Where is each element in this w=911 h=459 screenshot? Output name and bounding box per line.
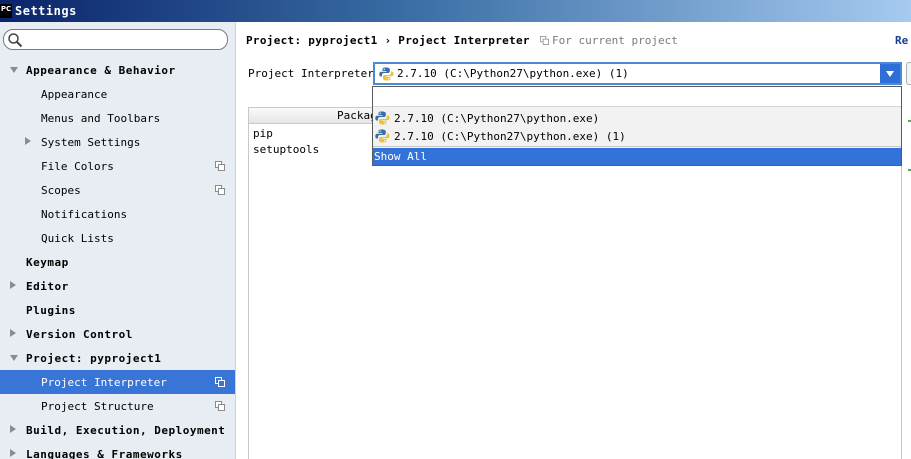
sidebar-item-scopes[interactable]: Scopes [0, 178, 235, 202]
settings-tree: Appearance & Behavior Appearance Menus a… [0, 58, 235, 459]
sidebar-item-label: Project Interpreter [41, 375, 167, 389]
dropdown-empty-row [373, 87, 901, 107]
interpreter-label: Project Interpreter: [248, 67, 381, 80]
sidebar-item-label: Scopes [41, 183, 81, 197]
sidebar-item-build-execution-deployment[interactable]: Build, Execution, Deployment [0, 418, 235, 442]
sidebar-item-file-colors[interactable]: File Colors [0, 154, 235, 178]
sidebar-item-project-structure[interactable]: Project Structure [0, 394, 235, 418]
collapse-arrow-icon[interactable] [10, 449, 16, 457]
project-scope-icon [215, 401, 225, 411]
settings-sidebar: Appearance & Behavior Appearance Menus a… [0, 22, 236, 459]
search-input[interactable] [24, 32, 222, 47]
collapse-arrow-icon[interactable] [10, 281, 16, 289]
sidebar-item-menus-toolbars[interactable]: Menus and Toolbars [0, 106, 235, 130]
table-row[interactable]: pip [253, 127, 273, 140]
dropdown-option-label: 2.7.10 (C:\Python27\python.exe) [394, 111, 600, 125]
python-icon [379, 67, 394, 81]
dropdown-button[interactable] [880, 64, 900, 83]
expand-arrow-icon[interactable] [10, 355, 18, 361]
sidebar-item-appearance-behavior[interactable]: Appearance & Behavior [0, 58, 235, 82]
sidebar-item-label: System Settings [41, 135, 141, 149]
sidebar-item-notifications[interactable]: Notifications [0, 202, 235, 226]
python-icon [375, 111, 390, 125]
sidebar-item-project[interactable]: Project: pyproject1 [0, 346, 235, 370]
dropdown-option[interactable]: 2.7.10 (C:\Python27\python.exe) (1) [373, 127, 901, 145]
table-row[interactable]: setuptools [253, 143, 319, 156]
search-icon [8, 33, 23, 48]
sidebar-item-plugins[interactable]: Plugins [0, 298, 235, 322]
sidebar-item-label: Version Control [26, 327, 133, 341]
sidebar-item-languages-frameworks[interactable]: Languages & Frameworks [0, 442, 235, 459]
sidebar-item-label: Appearance [41, 87, 108, 101]
sidebar-item-version-control[interactable]: Version Control [0, 322, 235, 346]
collapse-arrow-icon[interactable] [25, 137, 31, 145]
sidebar-item-label: Menus and Toolbars [41, 111, 161, 125]
sidebar-item-keymap[interactable]: Keymap [0, 250, 235, 274]
sidebar-item-label: Plugins [26, 303, 76, 317]
breadcrumb: Project: pyproject1 › Project Interprete… [246, 34, 530, 47]
sidebar-item-label: Appearance & Behavior [26, 63, 176, 77]
sidebar-item-system-settings[interactable]: System Settings [0, 130, 235, 154]
column-header-package[interactable]: Packag [337, 109, 377, 122]
sidebar-item-appearance[interactable]: Appearance [0, 82, 235, 106]
sidebar-item-label: File Colors [41, 159, 114, 173]
dropdown-option-label: 2.7.10 (C:\Python27\python.exe) (1) [394, 129, 626, 143]
interpreter-selected-value: 2.7.10 (C:\Python27\python.exe) (1) [397, 67, 629, 80]
window-title: Settings [15, 4, 77, 18]
sidebar-item-quick-lists[interactable]: Quick Lists [0, 226, 235, 250]
sidebar-item-label: Project: pyproject1 [26, 351, 162, 365]
sidebar-item-label: Languages & Frameworks [26, 447, 183, 459]
python-icon [375, 129, 390, 143]
search-box[interactable] [3, 29, 228, 50]
show-all-option[interactable]: Show All [373, 148, 901, 165]
dropdown-separator [373, 146, 901, 147]
sidebar-item-label: Project Structure [41, 399, 154, 413]
sidebar-item-project-interpreter[interactable]: Project Interpreter [0, 370, 235, 394]
chevron-down-icon [886, 70, 894, 77]
collapse-arrow-icon[interactable] [10, 425, 16, 433]
interpreter-settings-button[interactable] [906, 62, 911, 85]
sidebar-item-label: Notifications [41, 207, 128, 221]
sidebar-item-label: Quick Lists [41, 231, 114, 245]
project-scope-icon [540, 36, 549, 45]
project-scope-icon [215, 161, 225, 171]
sidebar-item-label: Build, Execution, Deployment [26, 423, 226, 437]
pycharm-logo-icon: PC [0, 4, 12, 18]
sidebar-item-label: Keymap [26, 255, 69, 269]
title-bar: PC Settings [0, 0, 911, 22]
dropdown-option[interactable]: 2.7.10 (C:\Python27\python.exe) [373, 109, 901, 127]
sidebar-item-editor[interactable]: Editor [0, 274, 235, 298]
sidebar-item-label: Editor [26, 279, 69, 293]
scope-note: For current project [552, 34, 678, 47]
collapse-arrow-icon[interactable] [10, 329, 16, 337]
reset-link[interactable]: Re [895, 34, 908, 47]
expand-arrow-icon[interactable] [10, 67, 18, 73]
interpreter-dropdown-list: 2.7.10 (C:\Python27\python.exe) 2.7.10 (… [372, 86, 902, 166]
interpreter-select[interactable]: 2.7.10 (C:\Python27\python.exe) (1) [373, 62, 902, 85]
project-scope-icon [215, 377, 225, 387]
project-scope-icon [215, 185, 225, 195]
